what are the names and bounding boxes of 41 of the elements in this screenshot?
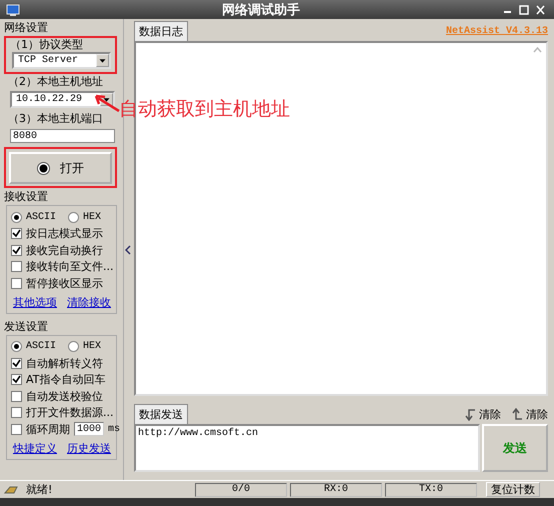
annotation-text: 自动获取到主机地址 (119, 97, 290, 122)
option-label: 接收转向至文件... (26, 259, 114, 274)
group-title: 发送设置 (4, 320, 49, 332)
status-message: 就绪! (26, 482, 52, 497)
radio-label: ASCII (26, 212, 56, 222)
link[interactable]: 快捷定义 (13, 440, 57, 456)
radio-label: ASCII (26, 341, 56, 352)
radio-label: HEX (83, 212, 102, 222)
field-label: （1）协议类型 (9, 39, 84, 51)
counter-field: TX:0 (385, 482, 477, 496)
open-button[interactable]: 打开 (9, 152, 112, 184)
option-label: 自动发送校验位 (26, 388, 103, 404)
link[interactable]: 清除接收 (67, 294, 111, 310)
group-title: 接收设置 (4, 190, 49, 203)
unit-label: ms (108, 424, 120, 434)
host-select[interactable]: 10.10.22.29 (10, 91, 115, 108)
port-field[interactable]: 8080 (10, 129, 115, 143)
link[interactable]: 其他选项 (13, 294, 57, 310)
option-label: 自动解析转义符 (26, 356, 103, 370)
option-label: 循环周期 (26, 422, 70, 436)
reset-count-button[interactable]: 复位计数 (486, 482, 540, 497)
window-title: 网络调试助手 (221, 2, 301, 18)
option-label: 打开文件数据源... (26, 405, 114, 420)
send-tab[interactable]: 数据发送 (134, 404, 188, 424)
group-title: 网络设置 (4, 21, 49, 34)
option-label: AT指令自动回车 (26, 372, 106, 387)
link[interactable]: 历史发送 (67, 440, 111, 456)
counter-field: RX:0 (290, 482, 382, 496)
log-tab[interactable]: 数据日志 (134, 21, 188, 41)
radio-label: HEX (83, 341, 102, 352)
option-label: 按日志模式显示 (26, 226, 103, 241)
clear-button[interactable]: 清除 (464, 407, 501, 422)
protocol-select[interactable]: TCP Server (12, 52, 111, 69)
clear-button[interactable]: 清除 (511, 407, 548, 422)
field-label: （3）本地主机端口 (7, 113, 104, 125)
send-input-field[interactable]: http://www.cmsoft.cn (134, 424, 480, 472)
field-label: （2）本地主机地址 (7, 76, 104, 88)
option-label: 暂停接收区显示 (26, 276, 103, 290)
option-label: 接收完自动换行 (26, 242, 103, 258)
counter-field: 0/0 (195, 482, 287, 496)
interval-field[interactable]: 1000 (74, 422, 104, 436)
